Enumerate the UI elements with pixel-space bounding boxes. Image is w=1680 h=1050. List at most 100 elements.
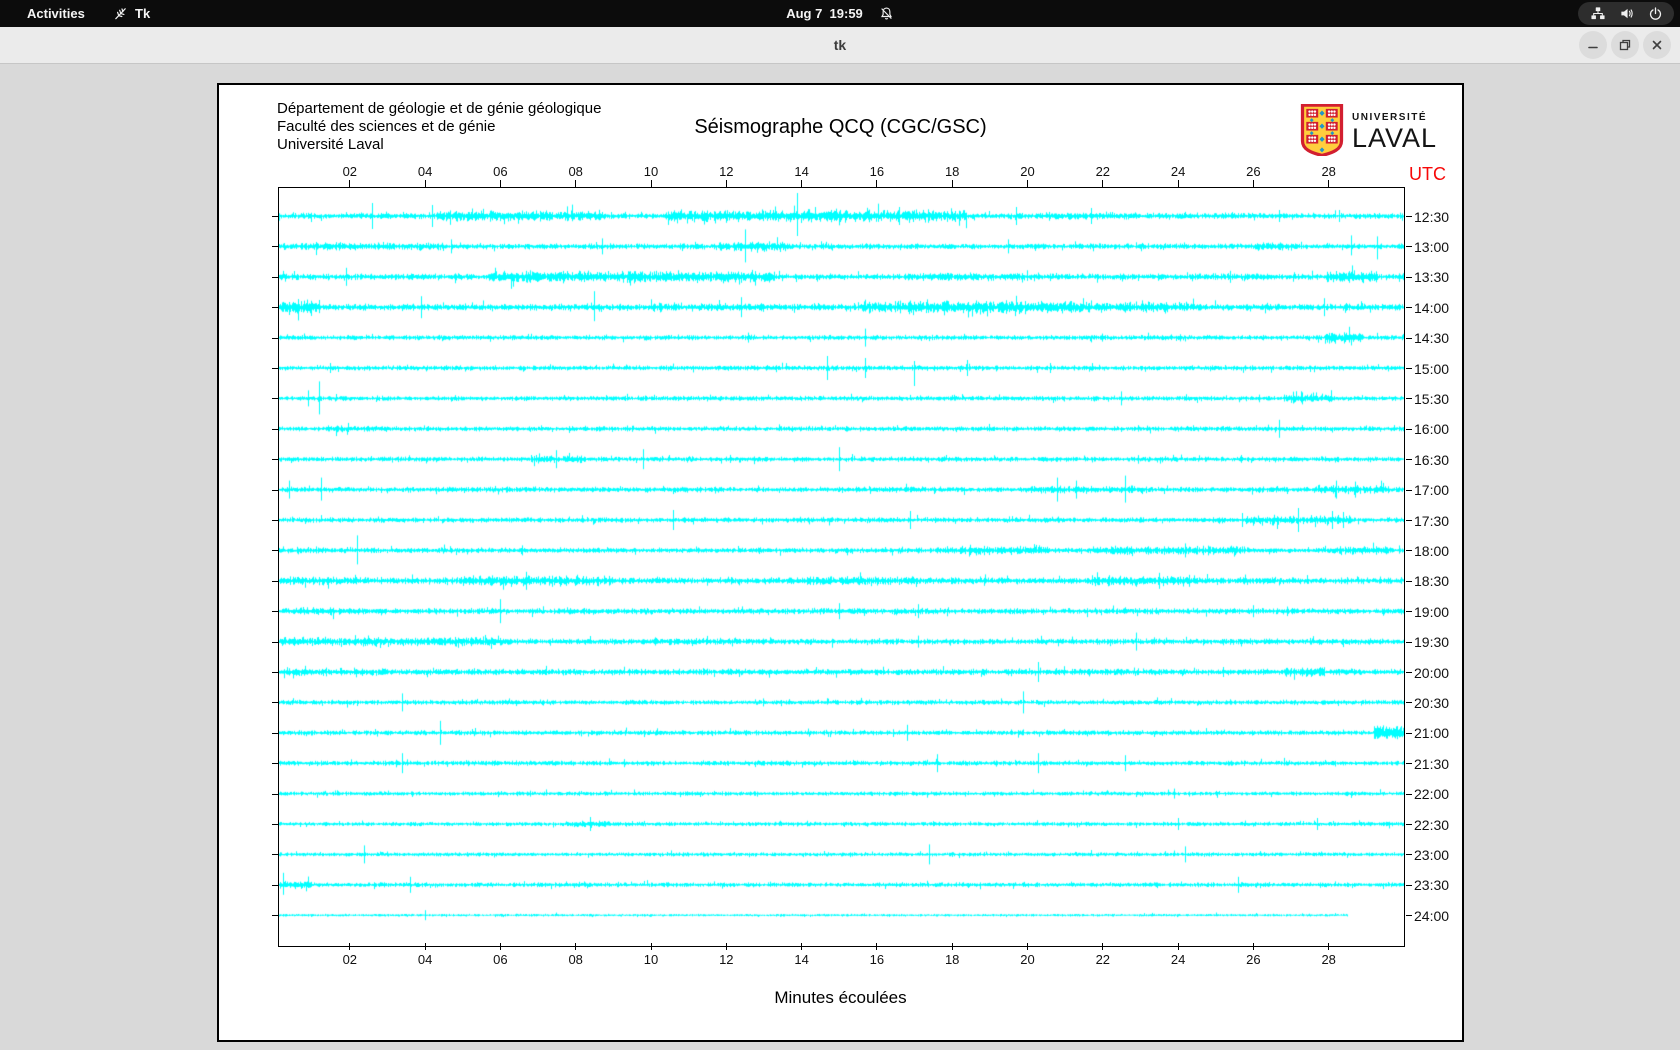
row-tick-left: [272, 337, 278, 339]
row-tick-right: [1406, 276, 1412, 278]
clock-button[interactable]: Aug 7 19:59: [0, 0, 1680, 27]
x-tick-label-bottom: 14: [794, 952, 809, 967]
row-tick-right: [1406, 246, 1412, 248]
utc-time-label: 21:30: [1414, 755, 1450, 772]
x-tick-label-top: 06: [493, 164, 508, 179]
row-tick-right: [1406, 732, 1412, 734]
utc-time-label: 23:30: [1414, 877, 1450, 894]
seismogram-plot-frame: [278, 187, 1405, 947]
row-tick-left: [272, 459, 278, 461]
x-tick-top: [1252, 180, 1254, 187]
row-tick-left: [272, 611, 278, 613]
x-tick-top: [575, 180, 577, 187]
x-tick-label-bottom: 22: [1095, 952, 1111, 967]
x-tick-bottom: [1102, 943, 1104, 950]
row-tick-right: [1406, 580, 1412, 582]
x-axis-title: Minutes écoulées: [774, 988, 907, 1007]
utc-time-label: 14:30: [1414, 330, 1450, 347]
x-tick-top: [349, 180, 351, 187]
row-tick-left: [272, 246, 278, 248]
x-tick-label-bottom: 18: [944, 952, 960, 967]
row-tick-right: [1406, 307, 1412, 309]
x-tick-label-bottom: 08: [568, 952, 583, 967]
row-tick-right: [1406, 641, 1412, 643]
x-tick-label-top: 02: [342, 164, 358, 179]
volume-icon: [1619, 6, 1635, 21]
x-tick-bottom: [349, 943, 351, 950]
x-tick-label-top: 12: [719, 164, 734, 179]
row-tick-left: [272, 398, 278, 400]
x-tick-label-bottom: 10: [643, 952, 659, 967]
x-tick-label-top: 08: [568, 164, 583, 179]
utc-time-label: 13:00: [1414, 238, 1450, 255]
x-tick-label-bottom: 16: [869, 952, 885, 967]
row-tick-left: [272, 550, 278, 552]
utc-time-label: 17:30: [1414, 512, 1450, 529]
row-tick-right: [1406, 672, 1412, 673]
x-tick-label-bottom: 02: [342, 952, 358, 967]
x-tick-top: [1177, 180, 1179, 187]
row-tick-left: [272, 672, 278, 673]
x-tick-top: [725, 180, 727, 187]
x-tick-top: [1027, 180, 1028, 187]
row-tick-left: [272, 702, 278, 704]
x-tick-bottom: [499, 943, 501, 950]
row-tick-right: [1406, 216, 1412, 217]
x-tick-label-bottom: 12: [719, 952, 734, 967]
utc-time-label: 14:00: [1414, 299, 1450, 316]
network-wired-icon: [1590, 6, 1606, 21]
utc-time-label: 24:00: [1414, 907, 1450, 924]
screen: Activities Tk Aug 7 19:59 tk Département…: [0, 0, 1680, 1050]
x-tick-top: [801, 180, 803, 187]
row-tick-left: [272, 793, 278, 795]
x-tick-label-bottom: 06: [493, 952, 508, 967]
row-tick-left: [272, 520, 278, 521]
row-tick-right: [1406, 763, 1412, 765]
x-tick-label-top: 14: [794, 164, 809, 179]
x-tick-bottom: [1328, 943, 1330, 950]
row-tick-left: [272, 824, 278, 825]
row-tick-left: [272, 276, 278, 278]
row-tick-left: [272, 732, 278, 734]
row-tick-right: [1406, 428, 1412, 430]
close-button[interactable]: [1643, 31, 1671, 59]
gnome-top-bar: Activities Tk Aug 7 19:59: [0, 0, 1680, 27]
maximize-button[interactable]: [1611, 31, 1639, 59]
row-tick-right: [1406, 793, 1412, 795]
row-tick-right: [1406, 459, 1412, 461]
row-tick-left: [272, 915, 278, 917]
seismograph-window: Département de géologie et de génie géol…: [217, 83, 1464, 1042]
utc-time-label: 13:30: [1414, 269, 1450, 286]
x-tick-top: [1102, 180, 1104, 187]
row-tick-left: [272, 489, 278, 491]
minimize-button[interactable]: [1579, 31, 1607, 59]
system-status-area[interactable]: [1578, 2, 1674, 25]
utc-time-label: 22:30: [1414, 816, 1450, 833]
row-tick-left: [272, 368, 278, 369]
x-tick-label-top: 28: [1321, 164, 1336, 179]
clock-text: Aug 7 19:59: [786, 6, 863, 21]
x-tick-label-top: 24: [1170, 164, 1186, 179]
row-tick-left: [272, 854, 278, 856]
row-tick-left: [272, 428, 278, 430]
x-tick-label-bottom: 20: [1020, 952, 1035, 967]
x-tick-label-top: 10: [643, 164, 659, 179]
x-tick-label-top: 16: [869, 164, 885, 179]
row-tick-left: [272, 580, 278, 582]
row-tick-right: [1406, 368, 1412, 369]
utc-time-label: 17:00: [1414, 482, 1450, 499]
window-title: tk: [833, 37, 847, 53]
utc-time-label: 23:00: [1414, 846, 1450, 863]
row-tick-left: [272, 641, 278, 643]
window-title-bar[interactable]: tk: [0, 27, 1680, 64]
utc-time-label: 22:00: [1414, 786, 1450, 803]
row-tick-left: [272, 216, 278, 217]
utc-time-label: 18:00: [1414, 542, 1450, 559]
x-tick-bottom: [725, 943, 727, 950]
power-icon: [1648, 6, 1663, 21]
x-tick-bottom: [876, 943, 878, 950]
seismogram-traces-canvas: [279, 188, 1404, 941]
x-tick-label-top: 04: [417, 164, 433, 179]
x-tick-bottom: [1027, 943, 1028, 950]
utc-time-label: 16:30: [1414, 451, 1450, 468]
